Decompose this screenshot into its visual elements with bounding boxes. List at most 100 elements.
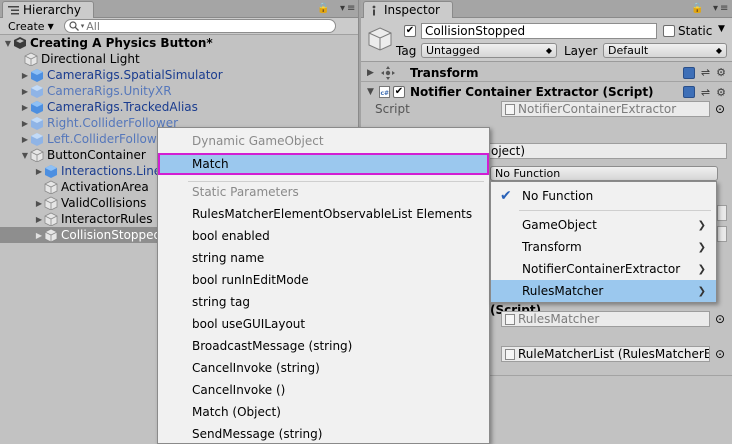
hierarchy-tab-label: Hierarchy [23,3,82,17]
menu-item[interactable]: bool enabled [192,229,270,243]
component-enabled-checkbox[interactable]: ✔ [393,86,405,98]
menu-item[interactable]: string name [192,251,264,265]
gear-icon[interactable]: ⚙ [716,86,726,99]
cube-icon [30,148,44,162]
object-picker-icon[interactable]: ⊙ [715,312,725,326]
submenu-item-label: RulesMatcher [522,284,604,298]
menu-item[interactable]: CancelInvoke () [192,383,285,397]
notifier-component-header[interactable]: ▼ c# ✔ Notifier Container Extractor (Scr… [361,83,732,101]
submenu-item-notifiercontainerextractor[interactable]: NotifierContainerExtractor ❯ [491,258,716,280]
script-label: Script [375,102,410,116]
hierarchy-item-label: ValidCollisions [61,196,147,210]
expand-arrow-icon[interactable]: ▶ [34,231,44,240]
object-name-field[interactable]: CollisionStopped [421,23,657,39]
hierarchy-item-camerarigs-spatialsimulator[interactable]: ▶ CameraRigs.SpatialSimulator [0,67,359,83]
hierarchy-tabbar: Hierarchy 🔒 ▾≡ [0,0,358,18]
list-add-button[interactable] [717,205,727,221]
active-checkbox[interactable]: ✔ [404,25,416,37]
expand-arrow-icon[interactable]: ▼ [3,39,13,48]
expand-arrow-icon[interactable]: ▶ [20,87,30,96]
rule-list-value: RuleMatcherList (RulesMatcherEle [518,347,709,361]
submenu-item-transform[interactable]: Transform ❯ [491,236,716,258]
menu-item-label: Match [192,157,229,171]
expand-arrow-icon[interactable]: ▶ [20,71,30,80]
expand-arrow-icon[interactable]: ▶ [34,215,44,224]
object-picker-icon[interactable]: ⊙ [715,102,725,116]
hierarchy-item-directional-light[interactable]: Directional Light [0,51,359,67]
hierarchy-item-label: CameraRigs.UnityXR [47,84,172,98]
static-label: Static [678,24,713,38]
menu-item[interactable]: bool useGUILayout [192,317,305,331]
static-dropdown-icon[interactable]: ▼ [718,24,725,34]
rules-matcher-field: RulesMatcher [501,311,710,327]
inspector-tabbar: Inspector 🔒 ▾≡ [361,0,732,18]
hierarchy-toolbar: Create ▼ ▾ All [0,18,358,35]
help-book-icon[interactable] [682,86,695,98]
expand-arrow-icon[interactable]: ▶ [34,199,44,208]
layer-value: Default [608,44,649,57]
expand-arrow-icon[interactable]: ▶ [34,167,44,176]
hierarchy-item-label: ButtonContainer [47,148,146,162]
submenu-item-gameobject[interactable]: GameObject ❯ [491,214,716,236]
panel-lock-icon[interactable]: 🔒 [317,3,331,14]
event-target-partial: oject) [491,144,526,158]
hierarchy-search-input[interactable]: ▾ All [63,19,336,33]
expand-arrow-icon[interactable]: ▶ [20,119,30,128]
submenu-item-no-function[interactable]: ✔ No Function [491,185,716,207]
svg-text:c#: c# [381,90,390,97]
menu-item[interactable]: Match (Object) [192,405,281,419]
scene-row[interactable]: ▼ Creating A Physics Button* [0,35,359,51]
submenu-item-rulesmatcher[interactable]: RulesMatcher ❯ [491,280,716,302]
panel-menu-icon[interactable]: ▾≡ [713,3,730,14]
menu-item[interactable]: string tag [192,295,250,309]
menu-item[interactable]: BroadcastMessage (string) [192,339,352,353]
function-dropdown[interactable]: No Function [490,166,718,181]
hierarchy-item-label: CameraRigs.TrackedAlias [47,100,198,114]
menu-item[interactable]: RulesMatcherElementObservableList Elemen… [192,207,472,221]
object-picker-icon[interactable]: ⊙ [715,347,725,361]
fold-arrow-icon[interactable]: ▼ [367,87,374,97]
expand-arrow-icon[interactable]: ▶ [20,135,30,144]
transform-component-header[interactable]: ▶ Transform ⇌ ⚙ [361,64,732,82]
gear-icon[interactable]: ⚙ [716,66,726,79]
unity-scene-icon [13,36,27,50]
help-book-icon[interactable] [682,66,695,79]
fold-arrow-icon[interactable]: ▶ [367,68,374,78]
script-file-icon [505,314,515,325]
submenu-item-label: NotifierContainerExtractor [522,262,681,276]
inspector-tab[interactable]: Inspector [363,1,453,18]
prefab-cube-icon [30,116,44,130]
expand-arrow-icon[interactable]: ▶ [20,103,30,112]
panel-lock-icon[interactable]: 🔒 [691,3,705,14]
create-button[interactable]: Create ▼ [4,19,58,33]
menu-item[interactable]: bool runInEditMode [192,273,309,287]
preset-icon[interactable]: ⇌ [701,86,710,99]
hierarchy-tab[interactable]: Hierarchy [2,1,94,18]
hierarchy-item-label: ActivationArea [61,180,149,194]
menu-item[interactable]: SendMessage (string) [192,427,322,441]
hierarchy-item-camerarigs-trackedalias[interactable]: ▶ CameraRigs.TrackedAlias [0,99,359,115]
panel-menu-icon[interactable]: ▾≡ [340,3,357,14]
event-target-field[interactable]: oject) [481,143,727,159]
rule-list-field[interactable]: RuleMatcherList (RulesMatcherEle [501,346,710,362]
collapse-arrow-icon[interactable]: ▼ [20,151,30,160]
tag-value: Untagged [426,44,480,57]
hierarchy-item-label: CollisionStopped [61,228,162,242]
list-remove-button[interactable] [717,226,727,242]
prefab-cube-icon [30,84,44,98]
static-checkbox[interactable] [663,25,675,37]
object-name-value: CollisionStopped [425,24,526,38]
hierarchy-item-camerarigs-unityxr[interactable]: ▶ CameraRigs.UnityXR [0,83,359,99]
menu-item-match[interactable]: Match [158,153,489,175]
layer-dropdown[interactable]: Default ◆ [603,43,727,58]
menu-item[interactable]: CancelInvoke (string) [192,361,320,375]
script-file-icon [505,104,515,115]
script-icon: c# [379,86,390,98]
function-context-menu: Dynamic GameObject Match Static Paramete… [157,127,490,444]
tag-dropdown[interactable]: Untagged ◆ [421,43,557,58]
script-file-icon [505,349,515,360]
chevron-right-icon: ❯ [697,241,706,253]
transform-title: Transform [410,65,479,80]
preset-icon[interactable]: ⇌ [701,66,710,79]
prefab-cube-icon [30,132,44,146]
